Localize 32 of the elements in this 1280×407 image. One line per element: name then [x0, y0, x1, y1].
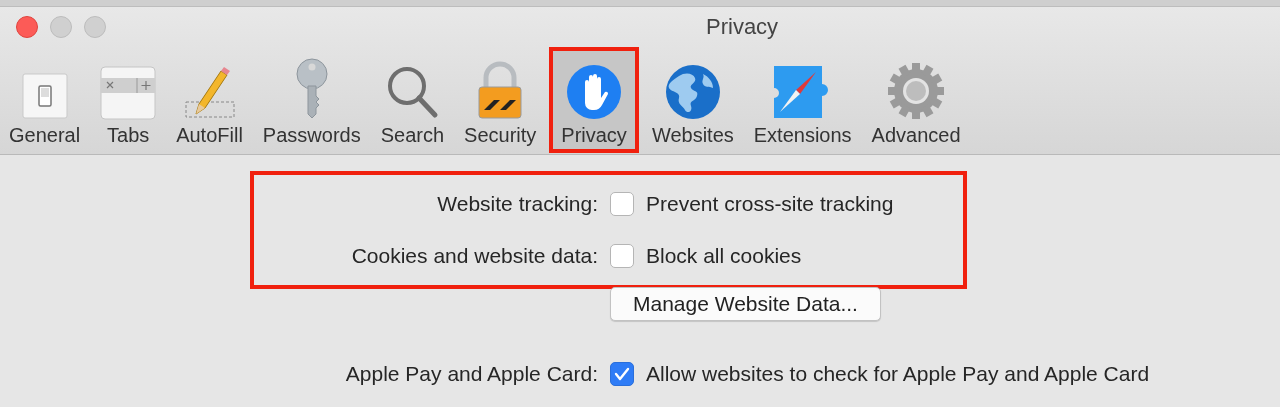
window-title: Privacy	[705, 14, 779, 40]
preference-tab[interactable]: Extensions	[750, 51, 855, 149]
hand-icon	[566, 64, 623, 120]
checkbox-label: Block all cookies	[646, 244, 802, 268]
search-icon	[385, 64, 440, 120]
preference-tab[interactable]: Security	[461, 51, 540, 149]
pencil-icon	[183, 64, 236, 120]
checkbox-label: Prevent cross-site tracking	[646, 192, 894, 216]
setting-label: Apple Pay and Apple Card:	[344, 362, 598, 386]
setting-label: Cookies and website data:	[350, 244, 598, 268]
globe-icon	[664, 64, 721, 120]
preference-tab[interactable]: Advanced	[868, 51, 964, 149]
manage-data-button[interactable]: Manage Website Data...	[610, 287, 881, 321]
minimize-button[interactable]	[50, 16, 72, 38]
checkbox[interactable]	[610, 362, 634, 386]
gear-icon	[887, 62, 946, 120]
padlock-icon	[476, 60, 525, 120]
zoom-button[interactable]	[84, 16, 106, 38]
close-button[interactable]	[16, 16, 38, 38]
preference-tab[interactable]: Privacy	[553, 51, 635, 149]
preference-tab[interactable]: Search	[377, 51, 448, 149]
preference-tab[interactable]: Passwords	[259, 51, 364, 149]
tabs-icon	[100, 66, 157, 120]
switch-icon	[21, 72, 68, 120]
preference-tab[interactable]: General	[6, 51, 84, 149]
checkbox[interactable]	[610, 192, 634, 216]
preference-tab[interactable]: Tabs	[97, 51, 160, 149]
preference-tab[interactable]: Websites	[648, 51, 737, 149]
preference-tab[interactable]: AutoFill	[173, 51, 246, 149]
checkbox-label: Allow websites to check for Apple Pay and Apple Card	[646, 362, 1150, 386]
setting-label: Website tracking:	[436, 192, 598, 216]
checkbox[interactable]	[610, 244, 634, 268]
